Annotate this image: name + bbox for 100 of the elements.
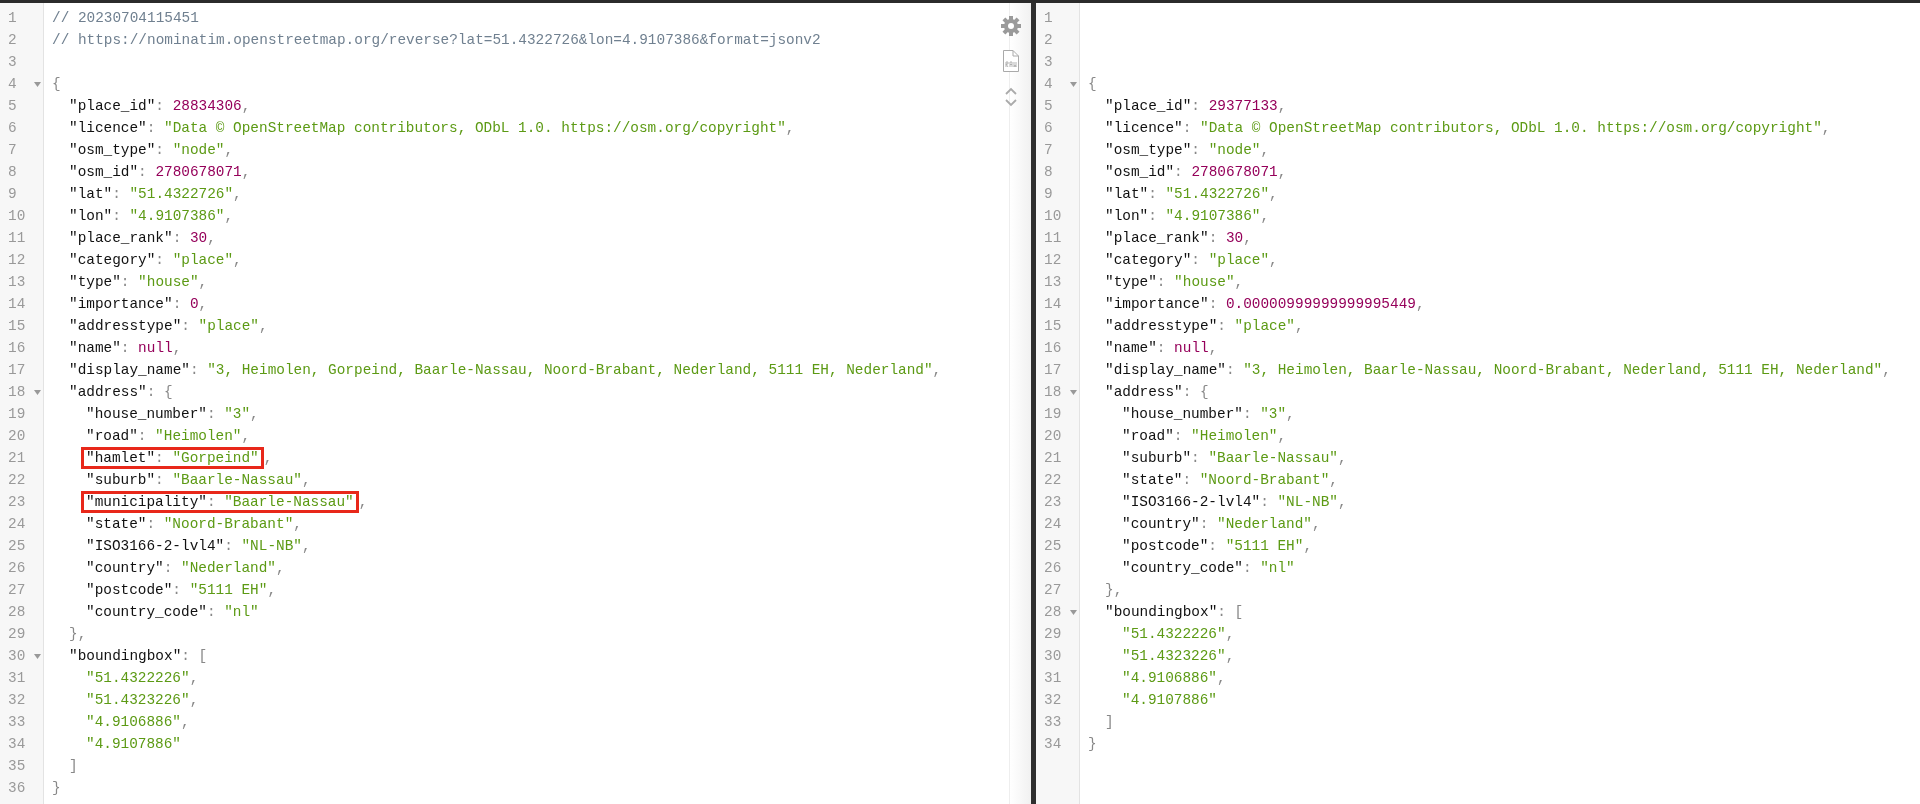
line-number: 5 xyxy=(7,97,18,116)
code-line: "state": "Noord-Brabant", xyxy=(86,515,302,534)
line-number: 26 xyxy=(1043,559,1063,578)
code-line: // 20230704115451 xyxy=(52,9,199,28)
raw-file-icon[interactable] xyxy=(1002,49,1020,73)
scroll-arrows-icon[interactable] xyxy=(1004,85,1018,109)
line-number: 28 xyxy=(7,603,27,622)
line-number: 33 xyxy=(7,713,27,732)
highlighted-code: "hamlet": "Gorpeind" xyxy=(81,447,264,469)
code-line: "country_code": "nl" xyxy=(86,603,259,622)
code-line: "51.4322226", xyxy=(1122,625,1235,644)
line-number: 23 xyxy=(1043,493,1063,512)
code-line: "state": "Noord-Brabant", xyxy=(1122,471,1338,490)
code-line: "addresstype": "place", xyxy=(1105,317,1304,336)
code-line: "address": { xyxy=(69,383,173,402)
line-number: 3 xyxy=(1043,53,1054,72)
line-number: 12 xyxy=(7,251,27,270)
line-number: 14 xyxy=(7,295,27,314)
line-number: 29 xyxy=(7,625,27,644)
line-number: 36 xyxy=(7,779,27,798)
code-line: "4.9107886" xyxy=(86,735,181,754)
code-line: "place_id": 29377133, xyxy=(1105,97,1287,116)
highlighted-code: "municipality": "Baarle-Nassau" xyxy=(81,491,359,513)
line-number: 7 xyxy=(1043,141,1054,160)
code-line: "4.9106886", xyxy=(86,713,190,732)
collapse-arrow-icon[interactable] xyxy=(32,79,42,89)
line-number: 13 xyxy=(1043,273,1063,292)
line-number: 25 xyxy=(1043,537,1063,556)
code-line: "country_code": "nl" xyxy=(1122,559,1295,578)
code-line: "osm_id": 2780678071, xyxy=(1105,163,1287,182)
code-line: "name": null, xyxy=(69,339,182,358)
line-number: 14 xyxy=(1043,295,1063,314)
code-line: "address": { xyxy=(1105,383,1209,402)
line-number: 31 xyxy=(1043,669,1063,688)
code-line: "name": null, xyxy=(1105,339,1218,358)
code-line: "suburb": "Baarle-Nassau", xyxy=(1122,449,1347,468)
line-number: 7 xyxy=(7,141,18,160)
line-number: 10 xyxy=(7,207,27,226)
code-line: "category": "place", xyxy=(1105,251,1278,270)
code-line: "display_name": "3, Heimolen, Baarle-Nassau, Noord-Brabant, Nederland, 5111 EH, Nederland", xyxy=(1105,361,1891,380)
line-number: 20 xyxy=(1043,427,1063,446)
line-number: 24 xyxy=(7,515,27,534)
code-line: "country": "Nederland", xyxy=(86,559,285,578)
line-number: 11 xyxy=(7,229,27,248)
line-number: 30 xyxy=(1043,647,1063,666)
line-number: 25 xyxy=(7,537,27,556)
settings-icon[interactable] xyxy=(1000,15,1022,37)
collapse-arrow-icon[interactable] xyxy=(1068,607,1078,617)
line-number: 18 xyxy=(1043,383,1063,402)
line-number: 17 xyxy=(1043,361,1063,380)
code-line: "country": "Nederland", xyxy=(1122,515,1321,534)
line-number: 8 xyxy=(1043,163,1054,182)
line-number: 26 xyxy=(7,559,27,578)
line-number: 34 xyxy=(1043,735,1063,754)
line-number: 28 xyxy=(1043,603,1063,622)
code-line: "51.4322226", xyxy=(86,669,199,688)
line-number: 17 xyxy=(7,361,27,380)
line-number: 13 xyxy=(7,273,27,292)
code-line: "boundingbox": [ xyxy=(69,647,208,666)
collapse-arrow-icon[interactable] xyxy=(1068,387,1078,397)
line-number: 4 xyxy=(1043,75,1054,94)
line-number: 30 xyxy=(7,647,27,666)
line-number: 9 xyxy=(1043,185,1054,204)
line-number: 27 xyxy=(7,581,27,600)
line-number: 27 xyxy=(1043,581,1063,600)
code-punctuation: , xyxy=(263,449,273,468)
collapse-arrow-icon[interactable] xyxy=(32,651,42,661)
collapse-arrow-icon[interactable] xyxy=(32,387,42,397)
line-number: 16 xyxy=(7,339,27,358)
line-number: 15 xyxy=(7,317,27,336)
collapse-arrow-icon[interactable] xyxy=(1068,79,1078,89)
code-line: "51.4323226", xyxy=(86,691,199,710)
line-number: 12 xyxy=(1043,251,1063,270)
line-number: 32 xyxy=(1043,691,1063,710)
line-number: 3 xyxy=(7,53,18,72)
code-line: "osm_type": "node", xyxy=(1105,141,1270,160)
code-line: "house_number": "3", xyxy=(86,405,259,424)
code-line: "licence": "Data © OpenStreetMap contributors, ODbL 1.0. https://osm.org/copyright", xyxy=(1105,119,1831,138)
code-line: "51.4323226", xyxy=(1122,647,1235,666)
code-line: "licence": "Data © OpenStreetMap contributors, ODbL 1.0. https://osm.org/copyright", xyxy=(69,119,795,138)
code-line: "road": "Heimolen", xyxy=(1122,427,1287,446)
code-line: "lon": "4.9107386", xyxy=(1105,207,1270,226)
code-line: "importance": 0, xyxy=(69,295,208,314)
line-number: 6 xyxy=(7,119,18,138)
code-line: "place_rank": 30, xyxy=(69,229,216,248)
line-number: 1 xyxy=(1043,9,1054,28)
code-line: "house_number": "3", xyxy=(1122,405,1295,424)
line-number: 35 xyxy=(7,757,27,776)
code-line: }, xyxy=(69,625,87,644)
line-number: 21 xyxy=(7,449,27,468)
code-line: "4.9107886" xyxy=(1122,691,1217,710)
code-line: "addresstype": "place", xyxy=(69,317,268,336)
code-line: "osm_id": 2780678071, xyxy=(69,163,251,182)
line-number: 16 xyxy=(1043,339,1063,358)
code-line: "importance": 0.00000999999999995449, xyxy=(1105,295,1425,314)
code-line: "type": "house", xyxy=(1105,273,1244,292)
code-line: // https://nominatim.openstreetmap.org/reverse?lat=51.4322726&lon=4.9107386&format=jsonv2 xyxy=(52,31,821,50)
code-line: "postcode": "5111 EH", xyxy=(86,581,276,600)
line-number: 34 xyxy=(7,735,27,754)
line-number: 21 xyxy=(1043,449,1063,468)
